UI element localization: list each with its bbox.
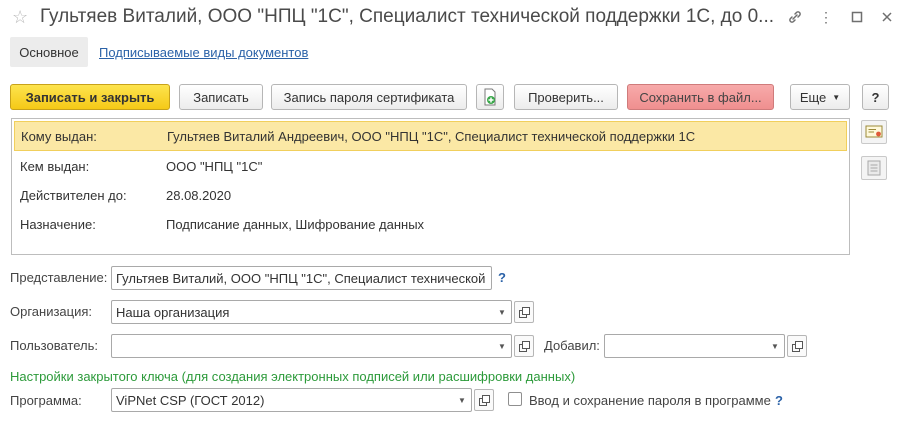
purpose-row[interactable]: Назначение: Подписание данных, Шифровани…	[12, 209, 849, 239]
presentation-input[interactable]: Гультяев Виталий, ООО "НПЦ "1С", Специал…	[111, 266, 492, 290]
added-by-open-button[interactable]	[787, 335, 807, 357]
tab-signed-document-types[interactable]: Подписываемые виды документов	[99, 45, 308, 60]
chevron-down-icon: ▼	[832, 92, 841, 102]
program-open-button[interactable]	[474, 389, 494, 411]
user-open-button[interactable]	[514, 335, 534, 357]
valid-until-value: 28.08.2020	[166, 188, 232, 203]
window-title: Гультяев Виталий, ООО "НПЦ "1С", Специал…	[40, 6, 775, 27]
added-by-label: Добавил:	[544, 338, 600, 353]
password-in-program-checkbox[interactable]	[508, 392, 522, 406]
password-in-program-label[interactable]: Ввод и сохранение пароля в программе	[529, 393, 771, 408]
valid-until-row[interactable]: Действителен до: 28.08.2020	[12, 180, 849, 210]
user-label: Пользователь:	[10, 338, 98, 353]
issued-to-value: Гультяев Виталий Андреевич, ООО "НПЦ "1С…	[167, 129, 696, 144]
document-list-icon	[867, 160, 881, 176]
open-form-icon	[791, 340, 803, 352]
purpose-value: Подписание данных, Шифрование данных	[166, 217, 425, 232]
organization-label: Организация:	[10, 304, 93, 319]
check-button[interactable]: Проверить...	[514, 84, 618, 110]
user-dropdown-icon[interactable]: ▼	[493, 335, 511, 357]
organization-field[interactable]: Наша организация ▼	[111, 300, 512, 324]
organization-value: Наша организация	[116, 305, 230, 320]
open-form-icon	[518, 306, 530, 318]
certificate-icon	[865, 125, 883, 138]
open-form-icon	[478, 394, 490, 406]
presentation-label: Представление:	[10, 270, 108, 285]
star-icon[interactable]: ☆	[12, 6, 28, 28]
user-field[interactable]: ▼	[111, 334, 512, 358]
close-icon[interactable]	[876, 6, 898, 28]
added-by-field[interactable]: ▼	[604, 334, 785, 358]
issued-to-label: Кому выдан:	[21, 129, 97, 144]
presentation-value: Гультяев Виталий, ООО "НПЦ "1С", Специал…	[116, 271, 488, 286]
open-form-icon	[518, 340, 530, 352]
password-record-button[interactable]: Запись пароля сертификата	[271, 84, 467, 110]
private-key-settings-header: Настройки закрытого ключа (для создания …	[10, 369, 576, 384]
maximize-icon[interactable]	[846, 6, 868, 28]
issued-by-label: Кем выдан:	[20, 159, 90, 174]
write-and-close-button[interactable]: Записать и закрыть	[10, 84, 170, 110]
program-dropdown-icon[interactable]: ▼	[453, 389, 471, 411]
more-button-label: Еще	[799, 89, 827, 105]
program-label: Программа:	[10, 393, 82, 408]
issued-by-value: ООО "НПЦ "1С"	[166, 159, 263, 174]
program-field[interactable]: ViPNet CSP (ГОСТ 2012) ▼	[111, 388, 472, 412]
menu-dots-icon[interactable]: ⋮	[815, 6, 837, 28]
more-button[interactable]: Еще ▼	[790, 84, 850, 110]
program-value: ViPNet CSP (ГОСТ 2012)	[116, 393, 265, 408]
add-document-icon	[484, 88, 496, 106]
password-help-icon[interactable]: ?	[775, 393, 783, 408]
tab-main-label: Основное	[19, 44, 79, 60]
tab-main[interactable]: Основное	[10, 37, 88, 67]
certificate-info-panel: Кому выдан: Гультяев Виталий Андреевич, …	[11, 118, 850, 255]
write-button[interactable]: Записать	[179, 84, 263, 110]
certificate-view-button[interactable]	[861, 120, 887, 144]
added-by-dropdown-icon[interactable]: ▼	[766, 335, 784, 357]
issued-to-row[interactable]: Кому выдан: Гультяев Виталий Андреевич, …	[14, 121, 847, 151]
valid-until-label: Действителен до:	[20, 188, 127, 203]
presentation-help-icon[interactable]: ?	[498, 270, 506, 285]
certificate-list-button[interactable]	[861, 156, 887, 180]
issued-by-row[interactable]: Кем выдан: ООО "НПЦ "1С"	[12, 151, 849, 181]
organization-dropdown-icon[interactable]: ▼	[493, 301, 511, 323]
save-to-file-button[interactable]: Сохранить в файл...	[627, 84, 774, 110]
organization-open-button[interactable]	[514, 301, 534, 323]
purpose-label: Назначение:	[20, 217, 96, 232]
help-button[interactable]: ?	[862, 84, 889, 110]
link-icon[interactable]	[784, 6, 806, 28]
add-document-button[interactable]	[476, 84, 504, 110]
